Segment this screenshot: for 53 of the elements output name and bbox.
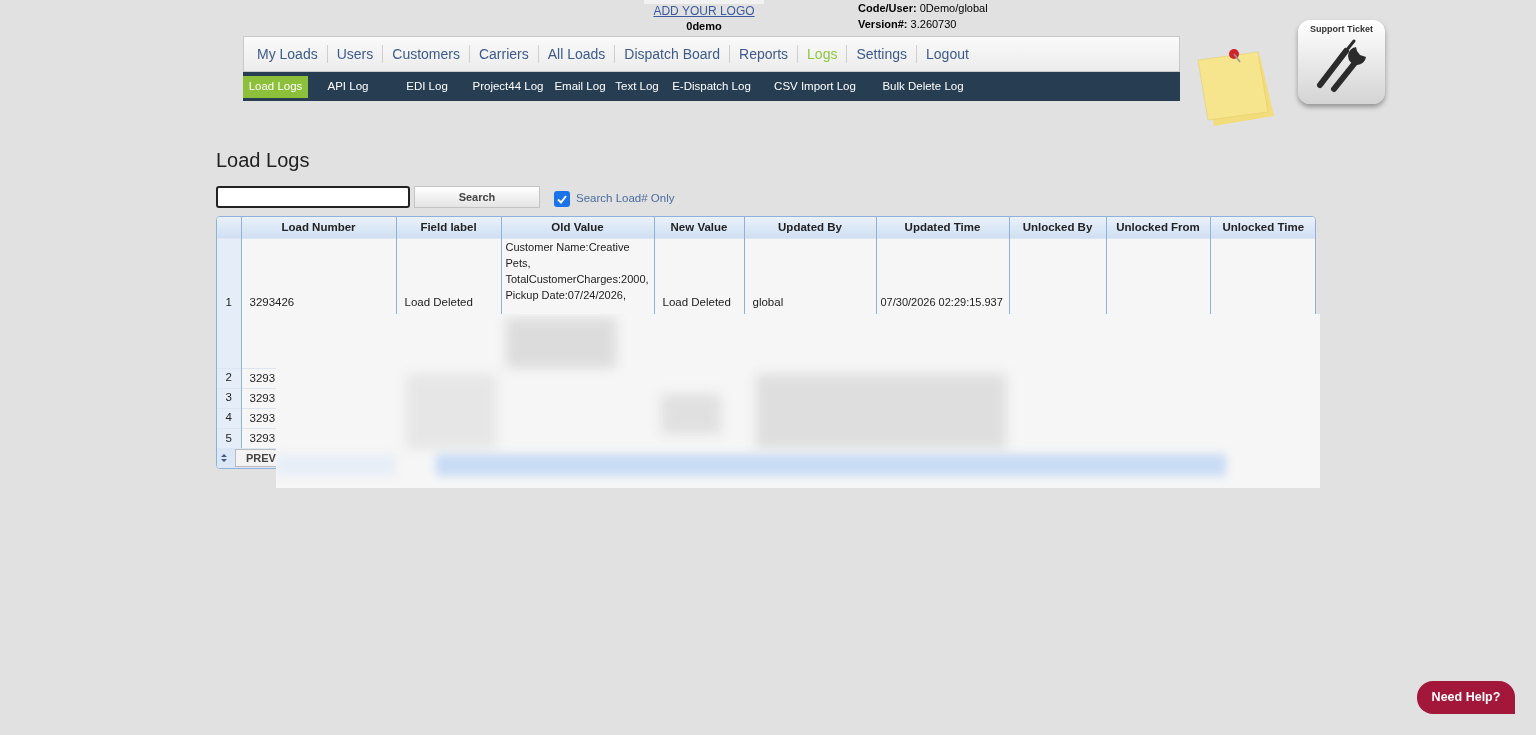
page-title: Load Logs	[216, 148, 311, 172]
company-name: 0demo	[686, 19, 722, 33]
column-header[interactable]: Unlocked From	[1106, 217, 1210, 238]
column-header[interactable]: Updated By	[744, 217, 876, 238]
need-help-button[interactable]: Need Help?	[1417, 681, 1515, 714]
sub-nav-tab[interactable]: Bulk Delete Log	[871, 75, 975, 98]
table-cell-text: 3293	[249, 391, 277, 406]
table-cell-text: 3293	[249, 411, 277, 426]
nav-tab[interactable]: Dispatch Board	[615, 43, 730, 65]
nav-tab[interactable]: All Loads	[538, 43, 615, 65]
nav-tab[interactable]: Reports	[730, 43, 798, 65]
nav-tab[interactable]: Carriers	[469, 43, 538, 65]
row-number: 4	[217, 408, 241, 428]
code-user-text: Code/User: 0Demo/global	[858, 1, 988, 16]
table-cell-text: 07/30/2026 02:29:15.937	[880, 294, 1004, 310]
row-number: 3	[217, 388, 241, 408]
table-cell-text: Load Deleted	[404, 294, 474, 310]
sub-nav-tab[interactable]: E-Dispatch Log	[664, 75, 759, 98]
nav-tab[interactable]: Customers	[383, 43, 469, 65]
table-cell-text: Load Deleted	[662, 294, 732, 310]
column-header[interactable]: Unlocked Time	[1210, 217, 1315, 238]
support-ticket-button[interactable]: Support Ticket	[1298, 20, 1385, 104]
table-cell-text: global	[752, 294, 785, 310]
sub-nav-tab[interactable]: CSV Import Log	[759, 75, 871, 98]
nav-tab[interactable]: Settings	[847, 43, 917, 65]
table-cell-text: 3293	[249, 431, 277, 447]
row-number: 2	[217, 368, 241, 388]
sub-nav-tab[interactable]: EDI Log	[388, 75, 466, 98]
table-cell-text: 3293426	[249, 294, 296, 310]
search-button[interactable]: Search	[414, 186, 540, 208]
nav-tab[interactable]: Users	[327, 43, 383, 65]
checkbox[interactable]	[554, 191, 570, 207]
row-number: 1	[217, 238, 241, 368]
checkbox-label: Search Load# Only	[576, 191, 675, 207]
sub-nav-tab[interactable]: Text Log	[610, 75, 664, 98]
column-header[interactable]: New Value	[654, 217, 744, 238]
table-cell-text: 3293	[249, 371, 277, 386]
sub-nav-tab[interactable]: Project44 Log	[466, 75, 550, 98]
column-header[interactable]: Field label	[396, 217, 501, 238]
row-number: 5	[217, 428, 241, 448]
column-header[interactable]: Old Value	[501, 217, 654, 238]
column-header[interactable]: Load Number	[241, 217, 396, 238]
add-logo-link[interactable]: ADD YOUR LOGO	[653, 4, 755, 19]
sub-nav-tab[interactable]: API Log	[308, 75, 388, 98]
sub-nav-tab[interactable]: Email Log	[550, 75, 610, 98]
column-header[interactable]: Unlocked By	[1009, 217, 1106, 238]
nav-tab[interactable]: My Loads	[248, 43, 327, 65]
nav-tab[interactable]: Logout	[917, 43, 978, 65]
search-field[interactable]	[216, 186, 410, 208]
column-header[interactable]: Updated Time	[876, 217, 1009, 238]
version-text: Version#: 3.260730	[858, 17, 958, 32]
sort-icon[interactable]	[219, 453, 229, 463]
table-cell-text: Customer Name:Creative Pets, TotalCustomerCharges:2000, Pickup Date:07/24/2026,	[505, 239, 650, 303]
